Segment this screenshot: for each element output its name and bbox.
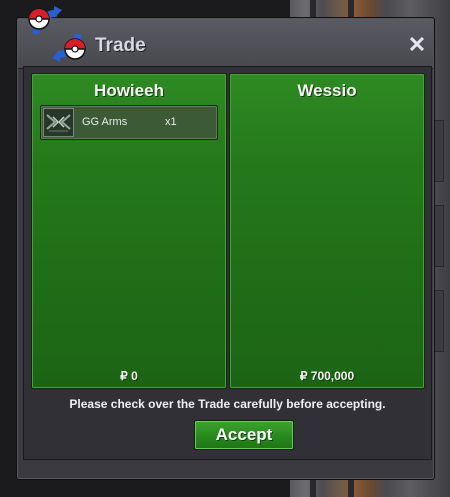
item-name: GG Arms [82, 116, 128, 128]
trade-logo-icon [28, 6, 86, 62]
trade-notice: Please check over the Trade carefully be… [69, 397, 386, 411]
trade-panel-left: Howieeh GG Arms x1 ₽ 0 [31, 73, 227, 389]
trader-money: ₽ 700,000 [299, 369, 355, 383]
trade-item-row[interactable]: GG Arms x1 [40, 105, 218, 140]
trade-panel-right: Wessio ₽ 700,000 [229, 73, 425, 389]
gg-arms-item-icon [43, 108, 74, 137]
trader-name: Wessio [297, 81, 357, 100]
trade-content: Howieeh GG Arms x1 ₽ 0 Wessio ₽ 700,000 … [23, 66, 432, 460]
item-quantity: x1 [165, 116, 177, 128]
close-button[interactable]: ✕ [407, 34, 427, 56]
trader-money: ₽ 0 [120, 369, 138, 383]
trade-window: Trade ✕ Howieeh GG Arms x1 ₽ 0 Wessio ₽ … [16, 17, 435, 480]
window-title: Trade [95, 35, 146, 56]
accept-button[interactable]: Accept [194, 420, 294, 450]
trader-name: Howieeh [94, 81, 164, 100]
